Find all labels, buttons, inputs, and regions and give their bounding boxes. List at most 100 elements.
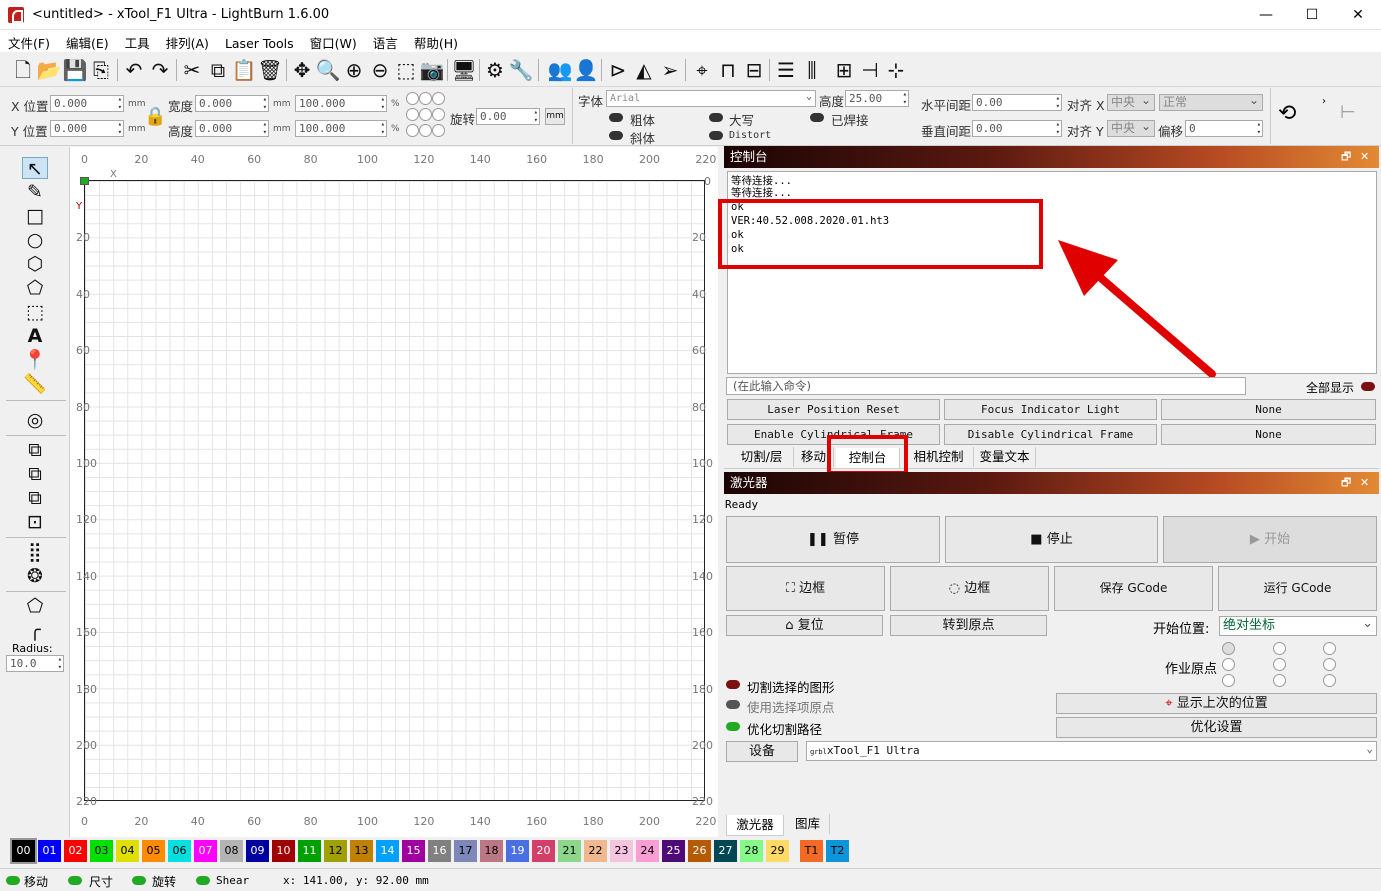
layer-swatch-16[interactable]: 16 [428, 840, 451, 862]
layer-swatch-17[interactable]: 17 [454, 840, 477, 862]
layer-swatch-24[interactable]: 24 [636, 840, 659, 862]
work-area-grid[interactable] [84, 180, 705, 801]
job-origin-radio-mc[interactable] [1273, 658, 1286, 671]
menu-window[interactable]: 窗口(W) [302, 30, 365, 52]
width-input[interactable]: 0.000 [195, 95, 269, 112]
edit-nodes-icon[interactable]: ⬠ [22, 277, 48, 299]
center-v-icon[interactable]: ⊹ [883, 57, 909, 83]
menu-help[interactable]: 帮助(H) [406, 30, 466, 52]
send-icon[interactable]: ➢ [657, 57, 683, 83]
xpos-input[interactable]: 0.000 [50, 95, 124, 112]
show-all-toggle[interactable] [1361, 382, 1375, 391]
job-origin-radio-tc[interactable] [1273, 642, 1286, 655]
menu-arrange[interactable]: 排列(A) [158, 30, 217, 52]
origin-ml[interactable] [406, 108, 419, 121]
polygon-icon[interactable]: ⬡ [22, 253, 48, 275]
height-input[interactable]: 0.000 [195, 120, 269, 137]
center-icon[interactable]: ⊣ [857, 57, 883, 83]
job-origin-radio-bl[interactable] [1222, 674, 1235, 687]
layer-swatch-T1[interactable]: T1 [800, 840, 823, 862]
show-last-position-button[interactable]: ⌖ 显示上次的位置 [1056, 693, 1377, 714]
layer-swatch-12[interactable]: 12 [324, 840, 347, 862]
origin-mr[interactable] [432, 108, 445, 121]
dock-icon[interactable]: ⊞ [831, 57, 857, 83]
menu-edit[interactable]: 编辑(E) [58, 30, 117, 52]
layer-swatch-10[interactable]: 10 [272, 840, 295, 862]
corner-tool-icon[interactable]: ⬠ [22, 595, 48, 617]
mirror-icon[interactable]: ◭ [631, 57, 657, 83]
zoom-in-icon[interactable]: ⊕ [341, 57, 367, 83]
font-height-input[interactable]: 25.00 [845, 90, 909, 107]
camera-icon[interactable]: 📷 [419, 57, 445, 83]
boolean-union-icon[interactable]: ⧉ [22, 439, 48, 461]
home-button[interactable]: ⌂ 复位 [726, 615, 883, 636]
layer-swatch-28[interactable]: 28 [740, 840, 763, 862]
distribute-h-icon[interactable]: ☰ [773, 57, 799, 83]
layer-swatch-01[interactable]: 01 [38, 840, 61, 862]
origin-br[interactable] [432, 124, 445, 137]
group-icon[interactable]: 👥 [547, 57, 573, 83]
boolean-subtract-icon[interactable]: ⧉ [22, 463, 48, 485]
use-selection-origin-toggle[interactable] [726, 700, 740, 709]
layer-swatch-00[interactable]: 00 [10, 838, 37, 864]
export-icon[interactable]: ⎘ [88, 57, 114, 83]
frame-select-icon[interactable]: ⬚ [22, 301, 48, 323]
rectangle-icon[interactable]: □ [22, 205, 48, 227]
uppercase-toggle[interactable] [709, 113, 723, 122]
tools-icon[interactable]: 🔧 [508, 57, 534, 83]
layer-swatch-05[interactable]: 05 [142, 840, 165, 862]
layer-swatch-21[interactable]: 21 [558, 840, 581, 862]
layer-swatch-18[interactable]: 18 [480, 840, 503, 862]
command-input[interactable]: (在此输入命令) [726, 377, 1246, 395]
tab-cuts-layers[interactable]: 切割/层 [730, 447, 794, 467]
bold-toggle[interactable] [609, 113, 623, 122]
tab-laser[interactable]: 激光器 [726, 815, 784, 836]
layer-swatch-22[interactable]: 22 [584, 840, 607, 862]
scale-width-input[interactable]: 100.000 [295, 95, 387, 112]
scale-height-input[interactable]: 100.000 [295, 120, 387, 137]
job-origin-radio-tl[interactable] [1222, 642, 1235, 655]
text-mode-select[interactable]: 正常 [1159, 93, 1263, 111]
menu-laser-tools[interactable]: Laser Tools [217, 33, 302, 51]
unit-toggle-button[interactable]: mm [545, 108, 565, 125]
pause-button[interactable]: ❚❚ 暂停 [726, 516, 940, 563]
zoom-out-icon[interactable]: ⊖ [367, 57, 393, 83]
refresh-cycle-icon[interactable]: ⟲ [1278, 101, 1296, 126]
boolean-intersect-icon[interactable]: ⧉ [22, 487, 48, 509]
origin-bc[interactable] [419, 124, 432, 137]
move-toggle[interactable] [6, 876, 20, 885]
font-select[interactable]: Arial [606, 89, 816, 107]
start-from-select[interactable]: 绝对坐标 [1219, 615, 1377, 636]
device-select[interactable]: grblxTool_F1 Ultra [806, 740, 1377, 761]
layer-swatch-14[interactable]: 14 [376, 840, 399, 862]
job-origin-radio-ml[interactable] [1222, 658, 1235, 671]
goto-origin-button[interactable]: 转到原点 [890, 615, 1047, 636]
menu-language[interactable]: 语言 [365, 30, 406, 52]
copy-icon[interactable]: ⧉ [205, 57, 231, 83]
nudge-icon[interactable]: ⊓ [715, 57, 741, 83]
layer-swatch-09[interactable]: 09 [246, 840, 269, 862]
job-origin-radio-tr[interactable] [1323, 642, 1336, 655]
monitor-icon[interactable]: 🖥 [451, 57, 477, 83]
optimization-settings-button[interactable]: 优化设置 [1056, 717, 1377, 738]
job-origin-radio-mr[interactable] [1323, 658, 1336, 671]
distribute-v-icon[interactable]: ⫼ [799, 57, 825, 83]
frame-circle-button[interactable]: ◌ 边框 [890, 566, 1049, 611]
user-icon[interactable]: 👤 [573, 57, 599, 83]
macro-none-button-2[interactable]: None [1161, 424, 1376, 445]
measure-ruler-icon[interactable]: 📏 [22, 373, 48, 395]
new-file-icon[interactable]: 🗋 [10, 57, 36, 83]
size-toggle[interactable] [68, 876, 82, 885]
italic-toggle[interactable] [609, 131, 623, 140]
fillet-icon[interactable]: ╭ [22, 619, 48, 641]
undo-icon[interactable]: ↶ [121, 57, 147, 83]
macro-none-button[interactable]: None [1161, 399, 1376, 420]
offset-shape-icon[interactable]: ◎ [22, 409, 48, 431]
layer-swatch-08[interactable]: 08 [220, 840, 243, 862]
layer-swatch-03[interactable]: 03 [90, 840, 113, 862]
circular-array-icon[interactable]: ❂ [22, 565, 48, 587]
layer-swatch-26[interactable]: 26 [688, 840, 711, 862]
rotate-toggle[interactable] [132, 876, 146, 885]
vspace-input[interactable]: 0.00 [972, 120, 1062, 137]
weld-icon[interactable]: ⊡ [22, 511, 48, 533]
